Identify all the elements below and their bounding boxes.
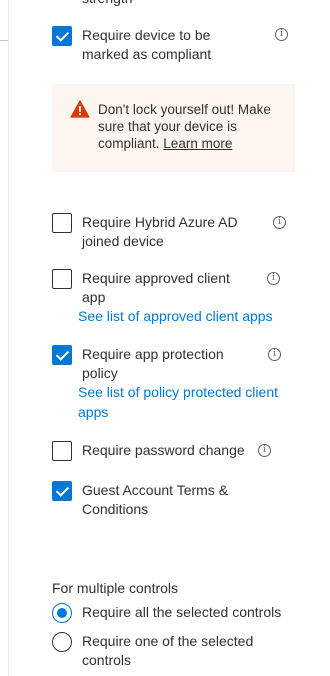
control-guest-terms[interactable]: Guest Account Terms & Conditions xyxy=(52,481,302,521)
control-label: Require app protection policy xyxy=(82,346,224,381)
radio-option-require-one[interactable]: Require one of the selected controls xyxy=(52,632,302,672)
radio-require-all[interactable] xyxy=(52,603,72,623)
warning-callout: Don't lock yourself out! Make sure that … xyxy=(52,84,295,172)
radio-option-require-all[interactable]: Require all the selected controls xyxy=(52,603,302,625)
info-icon[interactable]: i xyxy=(268,348,281,361)
info-icon[interactable]: i xyxy=(267,272,280,285)
radio-require-one[interactable] xyxy=(52,632,72,652)
radio-label: Require all the selected controls xyxy=(82,604,282,620)
control-approved-client-app[interactable]: Require approved client app i xyxy=(52,269,302,309)
learn-more-link[interactable]: Learn more xyxy=(163,136,232,151)
control-label: Require password change xyxy=(82,442,245,458)
info-icon[interactable]: i xyxy=(258,444,271,457)
approved-apps-link[interactable]: See list of approved client apps xyxy=(78,306,298,326)
checkbox-password-change[interactable] xyxy=(52,441,72,461)
checkbox-device-compliant[interactable] xyxy=(52,26,72,46)
info-icon[interactable]: i xyxy=(273,216,286,229)
control-label: Require approved client app xyxy=(82,270,230,305)
control-app-protection-policy[interactable]: Require app protection policy i xyxy=(52,345,302,385)
partial-label: strength xyxy=(82,0,133,8)
control-password-change[interactable]: Require password change i xyxy=(52,441,302,463)
checkbox-hybrid-azure-ad[interactable] xyxy=(52,213,72,233)
checkbox-approved-client-app[interactable] xyxy=(52,269,72,289)
radio-label: Require one of the selected controls xyxy=(82,633,254,668)
control-hybrid-azure-ad[interactable]: Require Hybrid Azure AD joined device i xyxy=(52,213,302,253)
checkbox-app-protection-policy[interactable] xyxy=(52,345,72,365)
control-label: Require device to be marked as compliant xyxy=(82,27,212,62)
info-icon[interactable]: i xyxy=(275,28,288,41)
multiple-controls-label: For multiple controls xyxy=(52,580,179,596)
warning-text: Don't lock yourself out! Make sure that … xyxy=(98,102,271,151)
control-label: Require Hybrid Azure AD joined device xyxy=(82,214,238,249)
divider-tick xyxy=(0,40,8,41)
checkbox-guest-terms[interactable] xyxy=(52,481,72,501)
control-label: Guest Account Terms & Conditions xyxy=(82,482,229,517)
panel-divider xyxy=(8,0,9,676)
control-device-compliant[interactable]: Require device to be marked as compliant… xyxy=(52,26,302,66)
protected-apps-link[interactable]: See list of policy protected client apps xyxy=(78,382,293,422)
warning-icon xyxy=(70,100,90,118)
